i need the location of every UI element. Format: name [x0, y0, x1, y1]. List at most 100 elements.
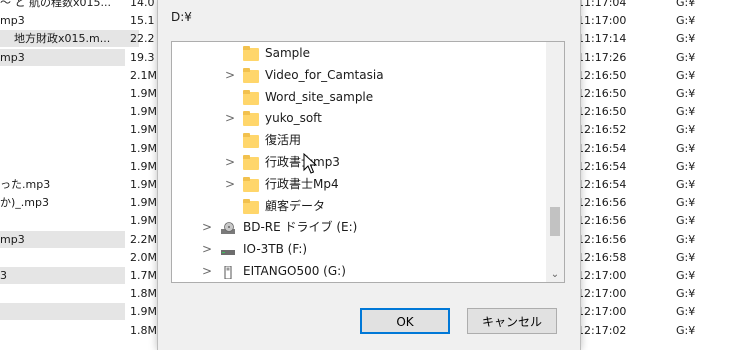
file-name: か)_.mp3 [0, 196, 49, 210]
file-size: 1.8M [130, 323, 157, 337]
file-name [0, 322, 125, 339]
file-size: 1.9M [130, 87, 157, 100]
chevron-right-icon[interactable]: > [225, 108, 235, 129]
file-size: 22.2 [130, 32, 155, 46]
file-size: 1.9M [130, 123, 157, 137]
tree-item-label: yuko_soft [265, 111, 322, 126]
file-size: 1.9M [130, 178, 157, 191]
file-size: 1.9M [130, 196, 157, 210]
file-name: mp3 [0, 230, 125, 248]
file-drive: G:¥ [676, 196, 696, 210]
file-time: 12:16:52 [577, 123, 627, 137]
file-name [0, 85, 125, 102]
tree-folder-item[interactable]: > yuko_soft [172, 108, 544, 129]
file-size: 1.9M [130, 305, 157, 319]
file-time: 12:16:54 [577, 141, 627, 155]
file-time: 11:17:14 [577, 32, 627, 46]
file-name: 地方財政x015.m... [0, 30, 139, 48]
chevron-right-icon[interactable]: > [225, 65, 235, 86]
file-name [0, 303, 125, 321]
file-drive: G:¥ [676, 68, 696, 82]
chevron-right-icon[interactable]: > [202, 239, 212, 260]
scroll-down-arrow-icon[interactable]: ⌄ [546, 269, 564, 280]
file-drive: G:¥ [676, 105, 696, 119]
file-time: 11:17:00 [577, 14, 627, 28]
folder-icon [243, 133, 259, 149]
tree-item-label: Word_site_sample [265, 89, 374, 104]
file-drive: G:¥ [676, 0, 696, 9]
tree-drive-item[interactable]: > EITANGO500 (G:) [172, 261, 544, 282]
file-name [0, 285, 125, 302]
file-drive: G:¥ [676, 323, 696, 337]
file-drive: G:¥ [676, 87, 696, 100]
file-time: 12:16:54 [577, 178, 627, 191]
tree-folder-item[interactable]: > 行政書士mp3 [172, 152, 544, 173]
file-name: mp3 [0, 14, 25, 28]
tree-folder-item[interactable]: Sample [172, 43, 544, 64]
folder-icon [243, 46, 259, 61]
folder-icon [243, 198, 259, 214]
chevron-right-icon[interactable]: > [202, 261, 212, 282]
file-drive: G:¥ [676, 287, 696, 301]
folder-icon [243, 89, 259, 105]
file-size: 19.3 [130, 50, 155, 64]
file-drive: G:¥ [676, 214, 696, 228]
file-name [0, 103, 125, 120]
chevron-right-icon[interactable]: > [202, 217, 212, 238]
tree-folder-item[interactable]: Word_site_sample [172, 87, 544, 108]
file-time: 11:17:04 [577, 0, 627, 9]
ok-button[interactable]: OK [360, 308, 450, 334]
tree-item-label: 復活用 [265, 133, 302, 148]
file-drive: G:¥ [676, 305, 696, 319]
file-time: 12:16:56 [577, 196, 627, 210]
folder-browse-dialog: D:¥ > EITANGO500 (G:) > IO-3TB (F:) > BD-RE ド… [157, 0, 581, 350]
file-drive: G:¥ [676, 32, 696, 46]
folder-tree[interactable]: > EITANGO500 (G:) > IO-3TB (F:) > BD-RE ドライブ … [171, 41, 565, 283]
file-drive: G:¥ [676, 232, 696, 246]
file-size: 1.7M [130, 269, 157, 282]
file-time: 12:16:56 [577, 232, 627, 246]
file-name [0, 249, 125, 266]
chevron-right-icon[interactable]: > [225, 152, 235, 173]
file-name [0, 140, 125, 157]
file-time: 12:17:02 [577, 323, 627, 337]
file-drive: G:¥ [676, 50, 696, 64]
file-drive: G:¥ [676, 141, 696, 155]
file-drive: G:¥ [676, 14, 696, 28]
file-drive: G:¥ [676, 123, 696, 137]
file-size: 2.1M [130, 68, 157, 82]
file-time: 12:17:00 [577, 305, 627, 319]
file-name [0, 212, 125, 229]
file-time: 12:16:50 [577, 87, 627, 100]
usb-drive-icon [220, 265, 236, 280]
file-size: 1.8M [130, 287, 157, 301]
tree-folder-item[interactable]: > Video_for_Camtasia [172, 65, 544, 86]
folder-icon [243, 176, 259, 192]
file-size: 2.0M [130, 250, 157, 264]
hard-drive-icon [220, 243, 236, 256]
file-name: mp3 [0, 48, 125, 66]
file-size: 1.9M [130, 214, 157, 228]
tree-drive-item[interactable]: > BD-RE ドライブ (E:) [172, 217, 544, 238]
tree-item-label: Sample [265, 46, 310, 60]
file-time: 12:16:58 [577, 250, 627, 264]
tree-folder-item[interactable]: 復活用 [172, 130, 544, 151]
tree-drive-item[interactable]: > IO-3TB (F:) [172, 239, 544, 260]
file-drive: G:¥ [676, 159, 696, 173]
file-time: 12:16:50 [577, 105, 627, 119]
file-drive: G:¥ [676, 269, 696, 282]
file-size: 1.9M [130, 159, 157, 173]
file-name [0, 67, 125, 84]
file-size: 14.0 [130, 0, 155, 9]
scrollbar-thumb[interactable] [550, 207, 560, 236]
tree-folder-item[interactable]: 顧客データ [172, 196, 544, 217]
tree-item-label: BD-RE ドライブ (E:) [243, 220, 358, 235]
chevron-right-icon[interactable]: > [225, 174, 235, 195]
file-drive: G:¥ [676, 178, 696, 191]
cancel-button[interactable]: キャンセル [467, 308, 557, 334]
file-name [0, 121, 125, 138]
tree-scrollbar[interactable]: ⌄ [546, 42, 564, 282]
tree-folder-item[interactable]: > 行政書士Mp4 [172, 174, 544, 195]
folder-icon [243, 111, 259, 127]
file-time: 12:16:54 [577, 159, 627, 173]
